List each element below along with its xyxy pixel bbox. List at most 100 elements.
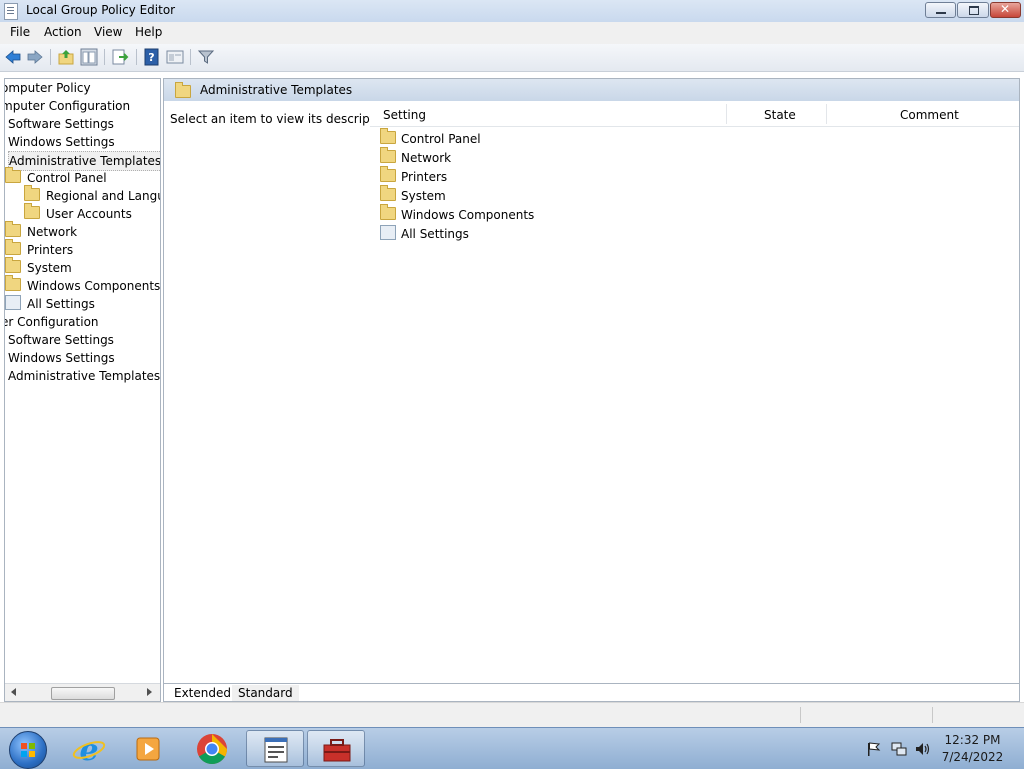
tree-item[interactable]: mputer Configuration	[4, 97, 131, 115]
column-comment[interactable]: Comment	[900, 108, 959, 122]
up-folder-icon[interactable]	[57, 48, 75, 66]
properties-icon[interactable]	[166, 48, 184, 66]
taskbar-group-policy-editor[interactable]	[307, 730, 365, 767]
column-header: Setting State Comment	[370, 101, 1019, 127]
title-bar[interactable]: Local Group Policy Editor	[0, 0, 1024, 23]
window-title: Local Group Policy Editor	[26, 3, 176, 17]
tree-item-label: Administrative Templates	[8, 369, 161, 383]
list-item-label: Network	[401, 151, 452, 165]
system-clock[interactable]: 12:32 PM 7/24/2022	[930, 732, 1015, 766]
list-item[interactable]: Printers	[380, 166, 447, 187]
scroll-left-arrow-icon[interactable]	[11, 688, 16, 696]
tree-item-label: omputer Policy	[4, 81, 91, 95]
folder-icon	[5, 239, 21, 255]
tree-item-label: Windows Settings	[8, 135, 115, 149]
tree-item-label: Control Panel	[27, 171, 107, 185]
back-arrow-icon[interactable]	[4, 48, 22, 66]
menu-help[interactable]: Help	[135, 25, 162, 39]
tree-item-label: Regional and Langua	[46, 189, 161, 203]
export-list-icon[interactable]	[111, 48, 129, 66]
folder-icon	[24, 185, 40, 201]
tree-item[interactable]: All Settings	[5, 295, 95, 313]
media-player-icon	[136, 737, 160, 761]
forward-arrow-icon[interactable]	[26, 48, 44, 66]
clock-time: 12:32 PM	[944, 733, 1001, 747]
menu-action[interactable]: Action	[44, 25, 82, 39]
tree-item[interactable]: Administrative Templates	[8, 151, 161, 171]
tree-item[interactable]: Printers	[5, 239, 73, 259]
taskbar-media-player[interactable]	[120, 730, 178, 767]
tree-item[interactable]: Windows Settings	[8, 133, 115, 151]
notepad-window-icon	[264, 737, 288, 763]
taskbar-chrome[interactable]	[183, 730, 241, 767]
tree-item-label: mputer Configuration	[4, 99, 131, 113]
show-hide-tree-icon[interactable]	[80, 48, 98, 66]
tab-standard[interactable]: Standard	[232, 685, 299, 701]
menu-file[interactable]: File	[10, 25, 30, 39]
tree-item[interactable]: Administrative Templates	[8, 367, 160, 385]
tree-item-label: Administrative Templates	[9, 154, 161, 168]
list-item[interactable]: Network	[380, 147, 452, 168]
toolbar: ?	[0, 44, 1024, 72]
toolbox-icon	[323, 739, 351, 762]
taskbar-notepad-window[interactable]	[246, 730, 304, 767]
network-icon[interactable]	[890, 740, 908, 758]
taskbar-internet-explorer[interactable]: e	[60, 730, 118, 768]
all-settings-icon	[380, 225, 396, 240]
column-state[interactable]: State	[764, 108, 796, 122]
scrollbar-thumb[interactable]	[51, 687, 115, 700]
taskbar: e	[0, 727, 1024, 769]
tree-item-label: Windows Settings	[8, 351, 115, 365]
folder-icon	[5, 167, 21, 183]
column-divider[interactable]	[826, 104, 827, 124]
tree-item[interactable]: Regional and Langua	[24, 185, 161, 205]
svg-text:?: ?	[148, 51, 154, 64]
tree-item[interactable]: omputer Policy	[4, 79, 91, 97]
description-text: Select an item to view its description.	[170, 112, 397, 126]
tree-item[interactable]: er Configuration	[4, 313, 99, 331]
tree-item[interactable]: Windows Settings	[8, 349, 115, 367]
folder-icon	[5, 275, 21, 291]
scroll-right-arrow-icon[interactable]	[147, 688, 152, 696]
settings-list[interactable]: Setting State Comment Control Panel Netwo…	[370, 101, 1019, 701]
svg-text:e: e	[79, 733, 98, 767]
list-item[interactable]: System	[380, 185, 446, 206]
tree-item[interactable]: User Accounts	[24, 203, 132, 223]
toolbar-separator	[190, 49, 191, 65]
list-item-label: Control Panel	[401, 132, 481, 146]
chrome-icon	[197, 734, 227, 765]
tree-pane[interactable]: omputer Policy mputer Configuration Softwa…	[4, 78, 161, 702]
column-setting[interactable]: Setting	[383, 108, 426, 122]
tab-extended[interactable]: Extended	[168, 685, 238, 701]
minimize-button[interactable]	[925, 2, 956, 18]
tree-horizontal-scrollbar[interactable]	[5, 683, 160, 701]
tree-item[interactable]: Control Panel	[5, 167, 107, 187]
content-pane: Administrative Templates Select an item …	[163, 78, 1020, 702]
folder-icon	[380, 166, 396, 182]
content-title: Administrative Templates	[200, 83, 353, 97]
list-item[interactable]: Windows Components	[380, 204, 535, 225]
list-item-label: Windows Components	[401, 208, 535, 222]
maximize-button[interactable]	[957, 2, 989, 18]
status-divider	[932, 707, 933, 723]
tree-item[interactable]: Software Settings	[8, 115, 114, 133]
tree-item[interactable]: Network	[5, 221, 78, 241]
list-item[interactable]: All Settings	[380, 225, 469, 244]
start-button[interactable]	[9, 731, 47, 769]
list-item[interactable]: Control Panel	[380, 128, 481, 149]
tree-item[interactable]: System	[5, 257, 72, 277]
folder-icon	[380, 147, 396, 163]
tree-item-label: Network	[27, 225, 78, 239]
filter-icon[interactable]	[197, 48, 215, 66]
folder-icon	[380, 185, 396, 201]
tree-item[interactable]: Windows Components	[5, 275, 160, 295]
tree-item-label: er Configuration	[4, 315, 99, 329]
tree-item-label: Software Settings	[8, 333, 114, 347]
help-icon[interactable]: ?	[143, 48, 161, 66]
tree-item[interactable]: Software Settings	[8, 331, 114, 349]
column-divider[interactable]	[726, 104, 727, 124]
close-button[interactable]	[990, 2, 1021, 18]
app-icon	[4, 3, 18, 20]
action-center-flag-icon[interactable]	[866, 741, 882, 757]
menu-view[interactable]: View	[94, 25, 122, 39]
